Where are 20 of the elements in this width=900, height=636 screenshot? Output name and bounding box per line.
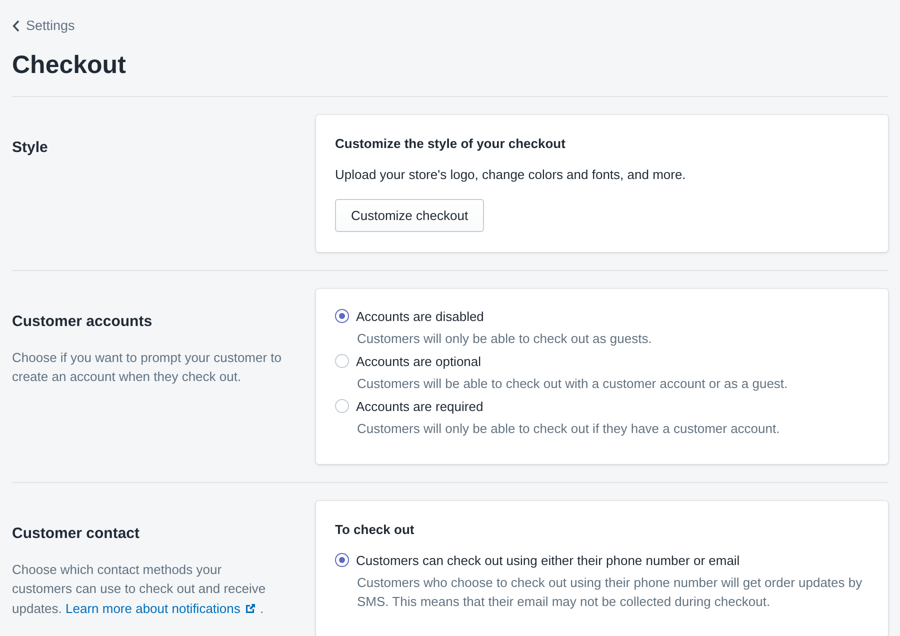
option-label: Accounts are disabled	[356, 308, 484, 324]
section-description: Choose if you want to prompt your customer to create an account when they check out.	[12, 348, 283, 386]
section-title: Customer contact	[12, 524, 141, 542]
option-label: Accounts are required	[356, 398, 484, 414]
option-label: Accounts are optional	[356, 354, 482, 368]
option-help-text: Customers will only be able to check out as guests.	[357, 330, 653, 348]
section-description: Choose which contact methods your customers can use to check out and receive updates. Learn more about notifications .	[12, 560, 267, 618]
back-link[interactable]: Settings	[12, 18, 75, 33]
section-title: Customer accounts	[12, 312, 154, 330]
option-help-text: Customers who choose to check out using their phone number will get order updates by SMS. This means that their email may not be collected during checkout.	[357, 574, 864, 610]
card-heading: Customize the style of your checkout	[335, 136, 566, 150]
card-text: Upload your store's logo, change colors and fonts, and more.	[335, 166, 687, 182]
option-label: Customers can check out using either their phone number or email	[356, 552, 740, 568]
section-title: Style	[12, 138, 49, 156]
option-help-text: Customers will be able to check out with a customer account or as a guest.	[357, 374, 789, 392]
customize-checkout-button[interactable]: Customize checkout	[335, 198, 484, 232]
card-heading: To check out	[335, 522, 416, 536]
page-title: Checkout	[12, 50, 127, 80]
option-help-text: Customers will only be able to check out if they have a customer account.	[357, 420, 781, 438]
notifications-link[interactable]: Learn more about notifications	[66, 600, 256, 616]
